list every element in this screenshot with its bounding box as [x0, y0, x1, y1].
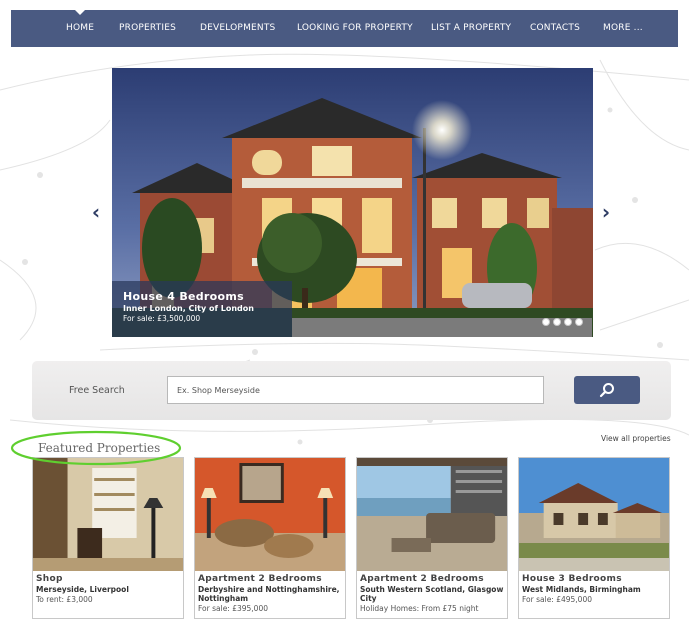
property-location: Derbyshire and Nottinghamshire, Nottingh…	[198, 585, 340, 603]
property-title: Shop	[36, 574, 63, 584]
slide-location: Inner London, City of London	[123, 304, 254, 313]
slider-dot-2[interactable]	[553, 318, 561, 326]
property-title: Apartment 2 Bedrooms	[360, 574, 484, 584]
property-card[interactable]: Apartment 2 Bedrooms Derbyshire and Nott…	[194, 457, 346, 619]
highlight-ellipse	[10, 430, 182, 466]
main-navigation: HOME PROPERTIES DEVELOPMENTS LOOKING FOR…	[11, 10, 678, 47]
search-label: Free Search	[69, 385, 125, 396]
property-location: South Western Scotland, Glasgow City	[360, 585, 504, 603]
property-price: To rent: £3,000	[36, 595, 93, 604]
property-title: House 3 Bedrooms	[522, 574, 622, 584]
property-image	[195, 458, 345, 571]
slider-dot-3[interactable]	[564, 318, 572, 326]
slide-title: House 4 Bedrooms	[123, 290, 244, 303]
property-image	[519, 458, 669, 571]
property-title: Apartment 2 Bedrooms	[198, 574, 322, 584]
property-info: Apartment 2 Bedrooms Derbyshire and Nott…	[195, 571, 345, 613]
property-location: Merseyside, Liverpool	[36, 585, 129, 594]
nav-properties[interactable]: PROPERTIES	[119, 10, 176, 47]
chevron-right-icon[interactable]: ›	[599, 202, 613, 222]
slide-caption: House 4 Bedrooms Inner London, City of L…	[112, 281, 292, 337]
property-image	[357, 458, 507, 571]
property-card[interactable]: Shop Merseyside, Liverpool To rent: £3,0…	[32, 457, 184, 619]
property-price: For sale: £495,000	[522, 595, 593, 604]
search-button[interactable]	[574, 376, 640, 404]
chevron-left-icon[interactable]: ‹	[89, 202, 103, 222]
hero-slider: House 4 Bedrooms Inner London, City of L…	[112, 68, 593, 337]
property-info: Shop Merseyside, Liverpool To rent: £3,0…	[33, 571, 183, 604]
nav-developments[interactable]: DEVELOPMENTS	[200, 10, 275, 47]
property-card[interactable]: House 3 Bedrooms West Midlands, Birmingh…	[518, 457, 670, 619]
slider-dot-1[interactable]	[542, 318, 550, 326]
property-price: For sale: £395,000	[198, 604, 269, 613]
nav-contacts[interactable]: CONTACTS	[530, 10, 580, 47]
property-info: Apartment 2 Bedrooms South Western Scotl…	[357, 571, 507, 613]
slider-dot-4[interactable]	[575, 318, 583, 326]
search-icon	[599, 383, 614, 398]
slider-pagination	[542, 318, 583, 326]
view-all-properties-link[interactable]: View all properties	[601, 434, 671, 443]
search-bar: Free Search	[32, 361, 671, 420]
property-location: West Midlands, Birmingham	[522, 585, 641, 594]
nav-more[interactable]: MORE ...	[603, 10, 643, 47]
property-card[interactable]: Apartment 2 Bedrooms South Western Scotl…	[356, 457, 508, 619]
property-image	[33, 458, 183, 571]
nav-home[interactable]: HOME	[66, 10, 94, 47]
nav-list-a-property[interactable]: LIST A PROPERTY	[431, 10, 511, 47]
nav-looking-for-property[interactable]: LOOKING FOR PROPERTY	[297, 10, 413, 47]
property-info: House 3 Bedrooms West Midlands, Birmingh…	[519, 571, 669, 604]
search-input[interactable]	[167, 376, 544, 404]
property-price: Holiday Homes: From £75 night	[360, 604, 479, 613]
slide-price: For sale: £3,500,000	[123, 314, 201, 323]
